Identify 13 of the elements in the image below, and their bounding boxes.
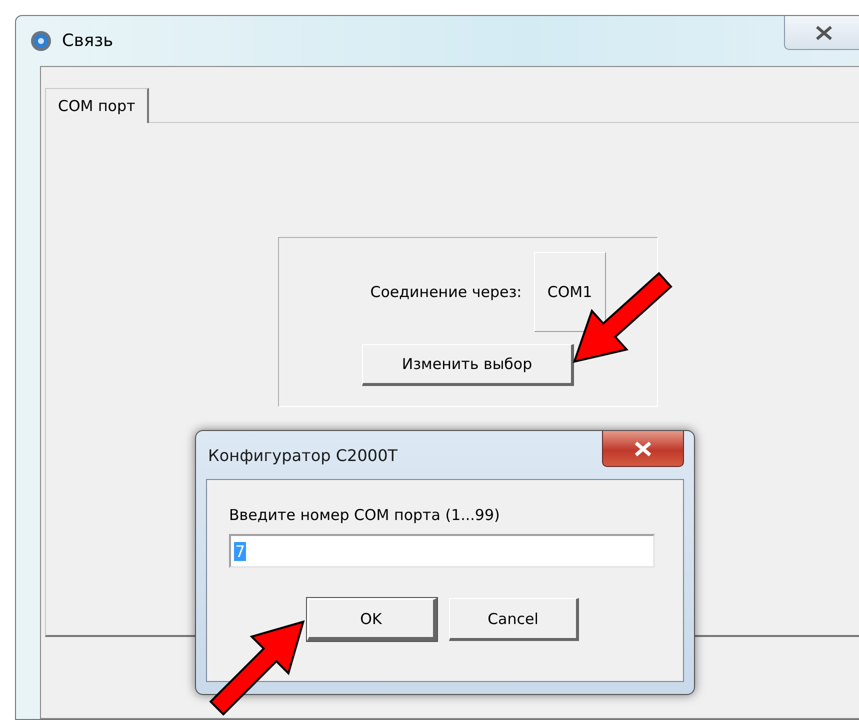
window-title: Связь (62, 31, 114, 51)
change-button[interactable]: Изменить выбор (362, 344, 574, 386)
gear-icon (30, 30, 52, 52)
tab[interactable]: COM порт (45, 88, 150, 123)
close-icon (815, 24, 833, 40)
dialog-button[interactable]: OK (307, 598, 437, 641)
prompt-label: Введите номер COM порта (1...99) (229, 506, 501, 524)
close-icon (634, 440, 652, 456)
connection-label: Соединение через: (370, 283, 522, 301)
close-button[interactable] (602, 431, 684, 467)
close-button[interactable] (784, 16, 859, 50)
dialog-title: Конфигуратор С2000Т (208, 446, 398, 464)
dialog-button[interactable]: Cancel (449, 598, 579, 641)
